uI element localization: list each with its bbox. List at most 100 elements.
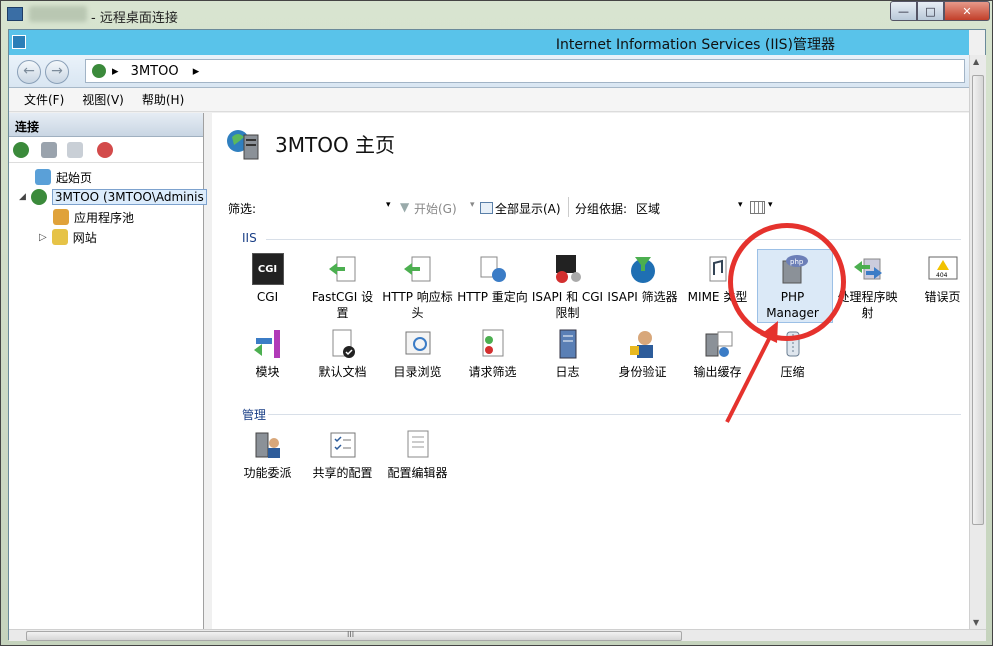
start-filter-button[interactable]: 开始(G) <box>414 200 457 217</box>
connections-toolbar <box>9 137 203 163</box>
remote-desktop-window: - 远程桌面连接 — □ ✕ Internet Information Serv… <box>0 0 993 646</box>
server-icon <box>92 64 106 78</box>
http-redirect-icon <box>477 253 509 285</box>
feature-cgi[interactable]: CGI CGI <box>230 253 305 305</box>
cgi-icon: CGI <box>251 253 284 285</box>
expand-icon[interactable]: ▷ <box>39 232 47 243</box>
address-bar: ← → ▸ 3MTOO ▸ <box>9 55 969 88</box>
section-management: 管理 <box>242 408 267 422</box>
minimize-button[interactable]: — <box>890 1 917 21</box>
tree-item-app-pools[interactable]: 应用程序池 <box>53 207 134 227</box>
feature-authentication[interactable]: 身份验证 <box>605 328 680 380</box>
connections-pane: 连接 起始页 ◢ 3MTOO (3MTOO\Adminis 应用程序池 ▷ 网站 <box>9 113 207 629</box>
feature-isapi-filters[interactable]: ISAPI 筛选器 <box>605 253 680 305</box>
output-caching-icon <box>702 328 734 360</box>
authentication-icon <box>627 328 659 360</box>
menu-view[interactable]: 视图(V) <box>82 91 124 108</box>
feature-delegation-icon <box>252 429 284 461</box>
funnel-icon: ▼ <box>400 200 410 214</box>
tree-item-start-page[interactable]: 起始页 <box>35 167 92 187</box>
feature-fastcgi[interactable]: FastCGI 设置 <box>305 253 380 321</box>
menu-file[interactable]: 文件(F) <box>24 91 64 108</box>
view-mode-icon[interactable] <box>750 201 765 214</box>
vertical-scroll-thumb[interactable] <box>972 75 984 525</box>
connections-header: 连接 <box>9 113 203 137</box>
start-dropdown-icon[interactable]: ▾ <box>470 200 475 210</box>
up-level-icon[interactable] <box>67 142 83 158</box>
remote-desktop-icon <box>7 7 23 21</box>
filter-dropdown-icon[interactable]: ▾ <box>386 200 391 210</box>
server-home-icon <box>227 130 259 160</box>
collapse-icon[interactable]: ◢ <box>19 192 26 202</box>
save-icon[interactable] <box>41 142 57 158</box>
connect-icon[interactable] <box>13 142 29 158</box>
fastcgi-icon <box>327 253 359 285</box>
breadcrumb-item-server[interactable]: 3MTOO <box>131 64 179 79</box>
vertical-scrollbar[interactable]: ▲ ▼ <box>969 55 986 629</box>
scroll-down-arrow[interactable]: ▼ <box>973 618 979 627</box>
configuration-editor-icon <box>402 429 434 461</box>
default-document-icon <box>327 328 359 360</box>
server-icon <box>30 189 47 205</box>
group-by-select[interactable]: 区域 <box>636 200 660 217</box>
show-all-button[interactable]: 全部显示(A) <box>495 200 561 217</box>
feature-request-filtering[interactable]: 请求筛选 <box>455 328 530 380</box>
close-button[interactable]: ✕ <box>944 1 990 21</box>
sites-folder-icon <box>51 229 68 245</box>
horizontal-scrollbar[interactable]: III <box>9 629 986 641</box>
features-view: 3MTOO 主页 筛选: ▾ ▼ 开始(G) ▾ 全部显示(A) 分组依据: 区… <box>212 113 969 629</box>
tree-item-sites[interactable]: ▷ 网站 <box>39 227 97 247</box>
rdp-titlebar: - 远程桌面连接 — □ ✕ <box>1 1 993 29</box>
filter-input[interactable] <box>272 198 396 216</box>
feature-logging[interactable]: 日志 <box>530 328 605 380</box>
request-filtering-icon <box>477 328 509 360</box>
horizontal-scroll-thumb[interactable]: III <box>26 630 682 641</box>
isapi-filter-icon <box>627 253 659 285</box>
svg-text:404: 404 <box>936 272 948 279</box>
directory-browsing-icon <box>402 328 434 360</box>
view-dropdown-icon[interactable]: ▾ <box>768 200 773 210</box>
section-divider <box>266 239 961 240</box>
menu-help[interactable]: 帮助(H) <box>142 91 184 108</box>
window-controls: — □ ✕ <box>890 1 990 21</box>
logging-icon <box>552 328 584 360</box>
toolbar-divider <box>568 197 569 217</box>
shared-configuration-icon <box>327 429 359 461</box>
annotation-circle <box>728 223 846 341</box>
breadcrumb-separator: ▸ <box>112 64 119 79</box>
isapi-cgi-icon <box>552 253 584 285</box>
forward-button[interactable]: → <box>45 60 69 84</box>
feature-modules[interactable]: 模块 <box>230 328 305 380</box>
feature-directory-browsing[interactable]: 目录浏览 <box>380 328 455 380</box>
section-divider <box>268 414 961 415</box>
tree-item-server[interactable]: ◢ 3MTOO (3MTOO\Adminis <box>19 187 207 207</box>
feature-delegation[interactable]: 功能委派 <box>230 429 305 481</box>
rdp-title: - 远程桌面连接 <box>91 11 178 26</box>
feature-http-redirect[interactable]: HTTP 重定向 <box>455 253 530 305</box>
feature-shared-configuration[interactable]: 共享的配置 <box>305 429 380 481</box>
section-iis: IIS <box>242 231 257 245</box>
breadcrumb-separator[interactable]: ▸ <box>193 64 200 79</box>
blurred-hostname <box>29 6 87 22</box>
maximize-button[interactable]: □ <box>917 1 944 21</box>
iis-manager-window: Internet Information Services (IIS)管理器 ←… <box>8 29 986 641</box>
feature-default-document[interactable]: 默认文档 <box>305 328 380 380</box>
iis-title: Internet Information Services (IIS)管理器 <box>555 37 835 53</box>
feature-isapi-cgi-restrictions[interactable]: ISAPI 和 CGI 限制 <box>530 253 605 321</box>
start-page-icon <box>35 169 51 185</box>
scroll-grip: III <box>347 630 355 639</box>
back-button[interactable]: ← <box>17 60 41 84</box>
modules-icon <box>252 328 284 360</box>
feature-http-response-headers[interactable]: HTTP 响应标头 <box>380 253 455 321</box>
handler-mappings-icon <box>852 253 884 285</box>
breadcrumb[interactable]: ▸ 3MTOO ▸ <box>85 59 965 83</box>
feature-configuration-editor[interactable]: 配置编辑器 <box>380 429 455 481</box>
filter-bar: 筛选: ▾ ▼ 开始(G) ▾ 全部显示(A) 分组依据: 区域 ▾ ▾ <box>222 197 962 219</box>
iis-app-icon <box>12 35 26 49</box>
group-by-label: 分组依据: <box>575 202 628 216</box>
page-title: 3MTOO 主页 <box>275 133 396 157</box>
group-by-dropdown-icon[interactable]: ▾ <box>738 200 743 210</box>
scroll-up-arrow[interactable]: ▲ <box>973 57 979 66</box>
feature-output-caching[interactable]: 输出缓存 <box>680 328 755 380</box>
disconnect-icon[interactable] <box>97 142 113 158</box>
